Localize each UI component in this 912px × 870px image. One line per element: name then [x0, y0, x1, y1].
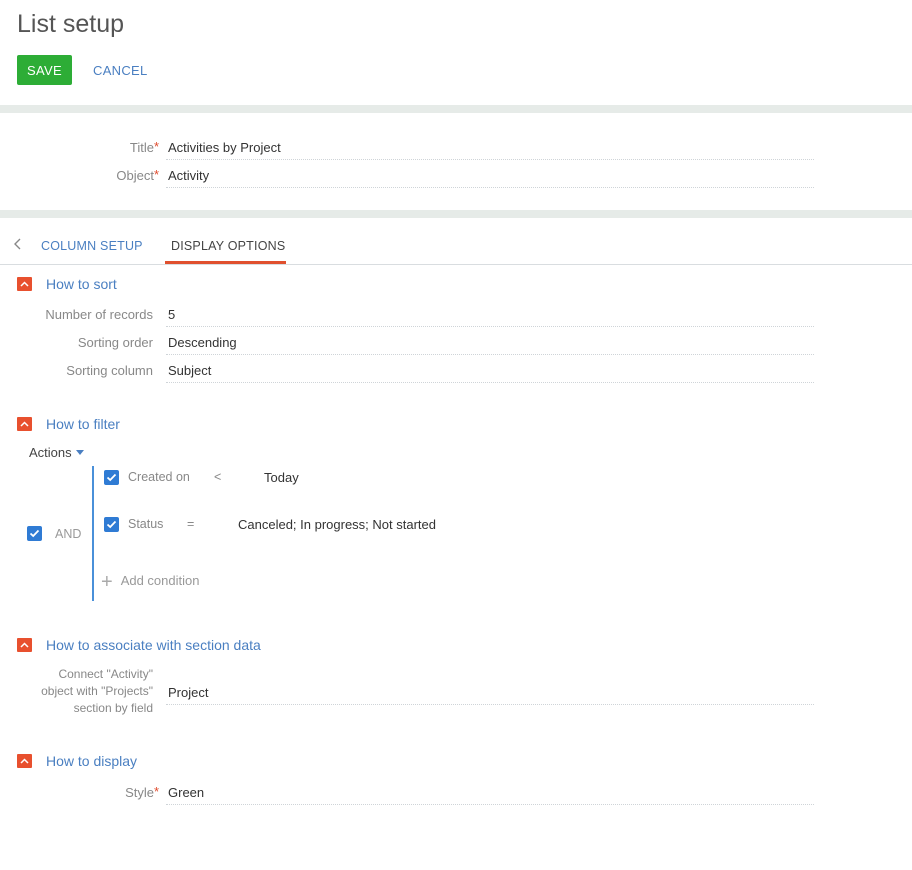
condition-column[interactable]: Created on — [128, 470, 190, 484]
chevron-up-icon — [20, 421, 29, 427]
title-field-underline — [166, 159, 814, 160]
connect-field[interactable]: Project — [168, 685, 208, 700]
collapse-associate-section-button[interactable] — [17, 638, 32, 652]
add-condition-label: Add condition — [120, 573, 200, 588]
sorting-order-field[interactable]: Descending — [168, 335, 237, 350]
condition-value[interactable]: Today — [264, 470, 299, 485]
label-line: Connect "Activity" — [58, 667, 153, 681]
required-mark: * — [154, 784, 160, 799]
required-mark: * — [154, 139, 160, 154]
actions-menu-button[interactable]: Actions — [29, 445, 84, 460]
plus-icon: + — [101, 571, 113, 593]
number-of-records-field[interactable]: 5 — [168, 307, 175, 322]
label-line: section by field — [73, 701, 153, 715]
object-field-label: Object — [116, 168, 154, 183]
chevron-left-icon[interactable] — [13, 237, 25, 253]
group-checkbox[interactable] — [27, 526, 42, 541]
condition-operator[interactable]: < — [214, 470, 221, 484]
connect-field-label: Connect "Activity" object with "Projects… — [20, 666, 153, 717]
condition-checkbox[interactable] — [104, 517, 119, 532]
label-line: object with "Projects" — [41, 684, 153, 698]
collapse-sort-section-button[interactable] — [17, 277, 32, 291]
field-underline — [166, 382, 814, 383]
field-underline — [166, 704, 814, 705]
checkmark-icon — [106, 473, 117, 482]
title-field-label: Title — [129, 140, 154, 155]
section-divider — [0, 210, 912, 218]
field-underline — [166, 354, 814, 355]
checkmark-icon — [29, 529, 40, 538]
sorting-column-label: Sorting column — [66, 363, 153, 378]
filter-group-line — [92, 466, 94, 601]
number-of-records-label: Number of records — [45, 307, 153, 322]
section-title-filter[interactable]: How to filter — [46, 416, 120, 432]
caret-down-icon — [75, 450, 84, 455]
object-field-underline — [166, 187, 814, 188]
actions-label: Actions — [29, 445, 72, 460]
condition-operator[interactable]: = — [187, 517, 194, 531]
tab-bar: COLUMN SETUP DISPLAY OPTIONS — [0, 228, 912, 265]
chevron-up-icon — [20, 758, 29, 764]
field-underline — [166, 804, 814, 805]
style-field[interactable]: Green — [168, 785, 204, 800]
page-title: List setup — [17, 10, 125, 38]
condition-value[interactable]: Canceled; In progress; Not started — [238, 517, 436, 532]
collapse-filter-section-button[interactable] — [17, 417, 32, 431]
field-underline — [166, 326, 814, 327]
style-field-label: Style — [125, 785, 154, 800]
sorting-column-field[interactable]: Subject — [168, 363, 211, 378]
collapse-display-section-button[interactable] — [17, 754, 32, 768]
sorting-order-label: Sorting order — [77, 335, 153, 350]
required-mark: * — [154, 167, 160, 182]
chevron-up-icon — [20, 281, 29, 287]
group-operator-label[interactable]: AND — [55, 527, 81, 541]
active-tab-indicator — [165, 261, 286, 264]
condition-checkbox[interactable] — [104, 470, 119, 485]
object-field[interactable]: Activity — [168, 168, 209, 183]
title-field[interactable]: Activities by Project — [168, 140, 281, 155]
checkmark-icon — [106, 520, 117, 529]
save-button[interactable]: SAVE — [17, 55, 72, 85]
tab-display-options[interactable]: DISPLAY OPTIONS — [171, 239, 285, 253]
section-title-sort[interactable]: How to sort — [46, 276, 117, 292]
add-condition-button[interactable]: + Add condition — [101, 571, 199, 594]
cancel-button[interactable]: CANCEL — [93, 63, 148, 78]
condition-column[interactable]: Status — [128, 517, 163, 531]
section-divider — [0, 105, 912, 113]
chevron-up-icon — [20, 642, 29, 648]
section-title-associate[interactable]: How to associate with section data — [46, 637, 261, 653]
tab-column-setup[interactable]: COLUMN SETUP — [41, 239, 143, 253]
section-title-display[interactable]: How to display — [46, 753, 137, 769]
